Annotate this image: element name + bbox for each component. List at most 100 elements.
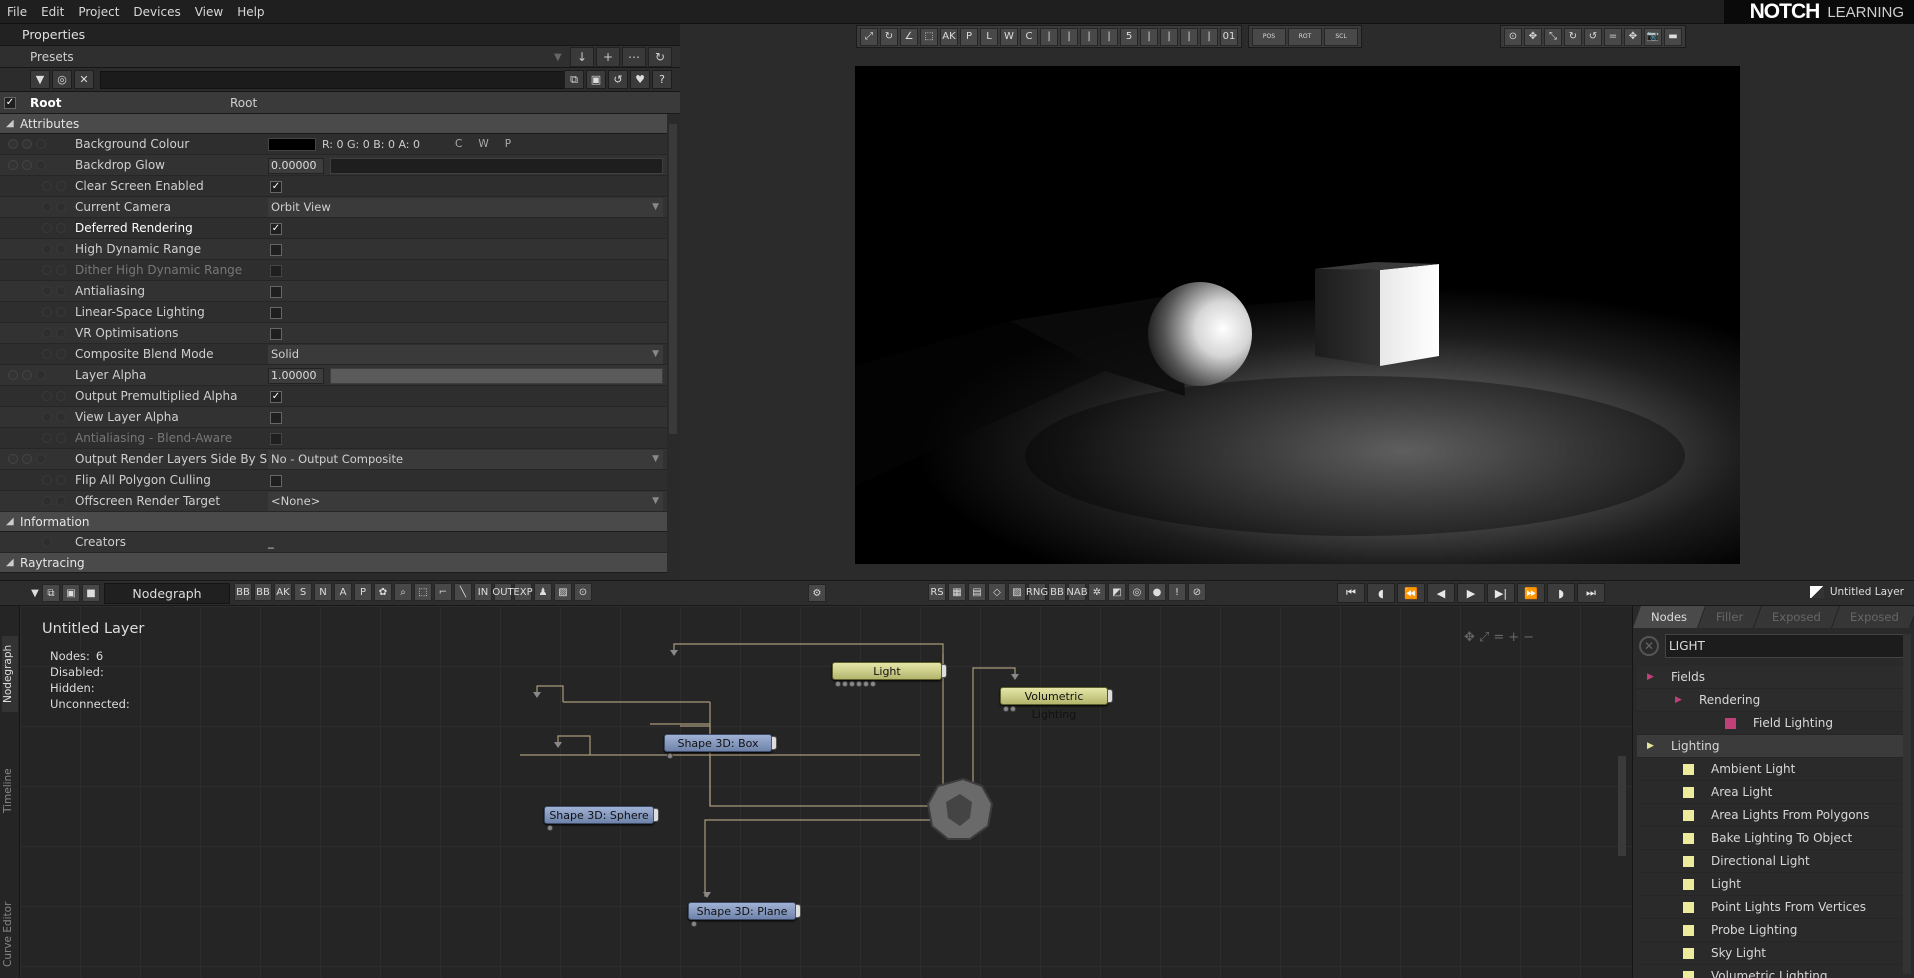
- tool-button[interactable]: ⊙: [1504, 27, 1522, 46]
- link-dot-icon[interactable]: [8, 454, 18, 464]
- tab-exposed-2[interactable]: Exposed: [1831, 606, 1914, 628]
- node-item-light[interactable]: Light: [1637, 873, 1905, 896]
- link-dot-icon[interactable]: [8, 370, 18, 380]
- tool-button[interactable]: SCL: [1324, 27, 1358, 46]
- filter-icon[interactable]: ▼: [30, 70, 50, 89]
- node-item-area-lights-from-polygons[interactable]: Area Lights From Polygons: [1637, 804, 1905, 827]
- tool-button[interactable]: ⬚: [920, 27, 938, 46]
- property-checkbox[interactable]: [270, 412, 282, 424]
- keyframe-dot-icon[interactable]: [42, 244, 52, 254]
- properties-scrollbar[interactable]: [669, 124, 677, 434]
- keyframe-dot-icon[interactable]: [42, 496, 52, 506]
- node-volumetric-lighting[interactable]: Volumetric Lighting: [1000, 687, 1113, 721]
- tab-exposed[interactable]: Exposed: [1754, 606, 1840, 628]
- property-slider[interactable]: [330, 158, 663, 174]
- tool-button[interactable]: S: [294, 583, 312, 601]
- layer-indicator[interactable]: Untitled Layer: [1809, 586, 1904, 598]
- expose-dot-icon[interactable]: [56, 244, 66, 254]
- menu-help[interactable]: Help: [230, 0, 271, 24]
- expose-dot-icon[interactable]: [56, 307, 66, 317]
- tool-button[interactable]: AK: [274, 583, 292, 601]
- tool-button[interactable]: ♟: [534, 583, 552, 601]
- refresh-presets-button[interactable]: ↻: [648, 47, 672, 67]
- node-output-handle[interactable]: [653, 808, 659, 822]
- help-icon[interactable]: ?: [652, 70, 672, 89]
- tool-button[interactable]: ◀: [1427, 583, 1455, 603]
- node-item-ambient-light[interactable]: Ambient Light: [1637, 758, 1905, 781]
- tool-button[interactable]: BB: [234, 583, 252, 601]
- expose-dot-icon[interactable]: [36, 454, 46, 464]
- tool-button[interactable]: ✥: [1524, 27, 1542, 46]
- tool-button[interactable]: ⏩: [1517, 583, 1545, 603]
- clear-filter-icon[interactable]: ✕: [74, 70, 94, 89]
- node-category-rendering[interactable]: ▶ Rendering: [1637, 689, 1905, 712]
- tool-button[interactable]: ↻: [880, 27, 898, 46]
- node-item-area-light[interactable]: Area Light: [1637, 781, 1905, 804]
- property-checkbox[interactable]: [270, 475, 282, 487]
- tool-button[interactable]: IN: [474, 583, 492, 601]
- section-information[interactable]: ◢ Information: [0, 512, 667, 532]
- node-item-volumetric-lighting[interactable]: Volumetric Lighting: [1637, 965, 1905, 978]
- tool-button[interactable]: ◩: [1108, 583, 1126, 601]
- node-shape-box[interactable]: Shape 3D: Box: [664, 734, 777, 759]
- color-mode-w[interactable]: W: [478, 138, 488, 150]
- tool-button[interactable]: ↺: [1584, 27, 1602, 46]
- section-attributes[interactable]: ◢ Attributes: [0, 114, 667, 134]
- tool-button[interactable]: ▨: [554, 583, 572, 601]
- window-icon[interactable]: ⧉: [42, 584, 60, 602]
- tool-button[interactable]: AK: [940, 27, 958, 46]
- menu-project[interactable]: Project: [71, 0, 126, 24]
- expose-dot-icon[interactable]: [56, 202, 66, 212]
- keyframe-dot-icon[interactable]: [42, 265, 52, 275]
- keyframe-dot-icon[interactable]: [22, 160, 32, 170]
- tool-button[interactable]: ⏮: [1337, 583, 1365, 603]
- tool-button[interactable]: ↻: [1564, 27, 1582, 46]
- tool-button[interactable]: ▶|: [1487, 583, 1515, 603]
- keyframe-dot-icon[interactable]: [42, 412, 52, 422]
- node-item-probe-lighting[interactable]: Probe Lighting: [1637, 919, 1905, 942]
- expose-dot-icon[interactable]: [56, 265, 66, 275]
- property-dropdown[interactable]: Solid ▼: [268, 345, 663, 364]
- property-checkbox[interactable]: ✓: [270, 223, 282, 235]
- property-dropdown[interactable]: <None> ▼: [268, 492, 663, 511]
- copy-icon[interactable]: ⧉: [564, 70, 584, 89]
- download-preset-button[interactable]: ↓: [570, 47, 594, 67]
- expose-dot-icon[interactable]: [56, 475, 66, 485]
- tool-button[interactable]: ◖: [1367, 583, 1395, 603]
- more-presets-button[interactable]: ⋯: [622, 47, 646, 67]
- property-dropdown[interactable]: Orbit View ▼: [268, 198, 663, 217]
- tool-button[interactable]: ✲: [1088, 583, 1106, 601]
- keyframe-dot-icon[interactable]: [42, 286, 52, 296]
- color-swatch[interactable]: [268, 138, 316, 151]
- tool-button[interactable]: L: [980, 27, 998, 46]
- tab-filler[interactable]: Filler: [1698, 606, 1763, 628]
- node-output-handle[interactable]: [795, 904, 801, 918]
- keyframe-dot-icon[interactable]: [42, 433, 52, 443]
- tool-button[interactable]: ●: [1148, 583, 1166, 601]
- link-dot-icon[interactable]: [8, 160, 18, 170]
- tool-button[interactable]: 01: [1220, 27, 1238, 46]
- node-shape-sphere[interactable]: Shape 3D: Sphere: [544, 806, 659, 831]
- menu-devices[interactable]: Devices: [126, 0, 187, 24]
- node-search-input[interactable]: LIGHT: [1665, 634, 1907, 658]
- property-checkbox[interactable]: ✓: [270, 391, 282, 403]
- tool-button[interactable]: ⏭: [1577, 583, 1605, 603]
- nodes-panel-scrollbar[interactable]: [1903, 634, 1911, 974]
- expose-dot-icon[interactable]: [56, 223, 66, 233]
- menu-arrow-icon[interactable]: ▼: [30, 584, 40, 602]
- menu-file[interactable]: File: [0, 0, 34, 24]
- section-raytracing[interactable]: ◢ Raytracing: [0, 553, 667, 573]
- tab-curve-editor[interactable]: Curve Editor: [2, 896, 18, 972]
- node-item-sky-light[interactable]: Sky Light: [1637, 942, 1905, 965]
- property-checkbox[interactable]: [270, 433, 282, 445]
- expose-dot-icon[interactable]: [36, 160, 46, 170]
- nodegraph-canvas[interactable]: Untitled Layer Nodes: 6 Disabled: Hidden:…: [20, 606, 1632, 978]
- tool-button[interactable]: ⤡: [1544, 27, 1562, 46]
- property-checkbox[interactable]: [270, 244, 282, 256]
- tab-timeline[interactable]: Timeline: [2, 756, 18, 826]
- tool-button[interactable]: ▶: [1457, 583, 1485, 603]
- expand-triangle-icon[interactable]: ▶: [1647, 741, 1654, 751]
- tool-button[interactable]: =: [1604, 27, 1622, 46]
- node-item-field-lighting[interactable]: Field Lighting: [1637, 712, 1905, 735]
- property-dropdown[interactable]: No - Output Composite ▼: [268, 450, 663, 469]
